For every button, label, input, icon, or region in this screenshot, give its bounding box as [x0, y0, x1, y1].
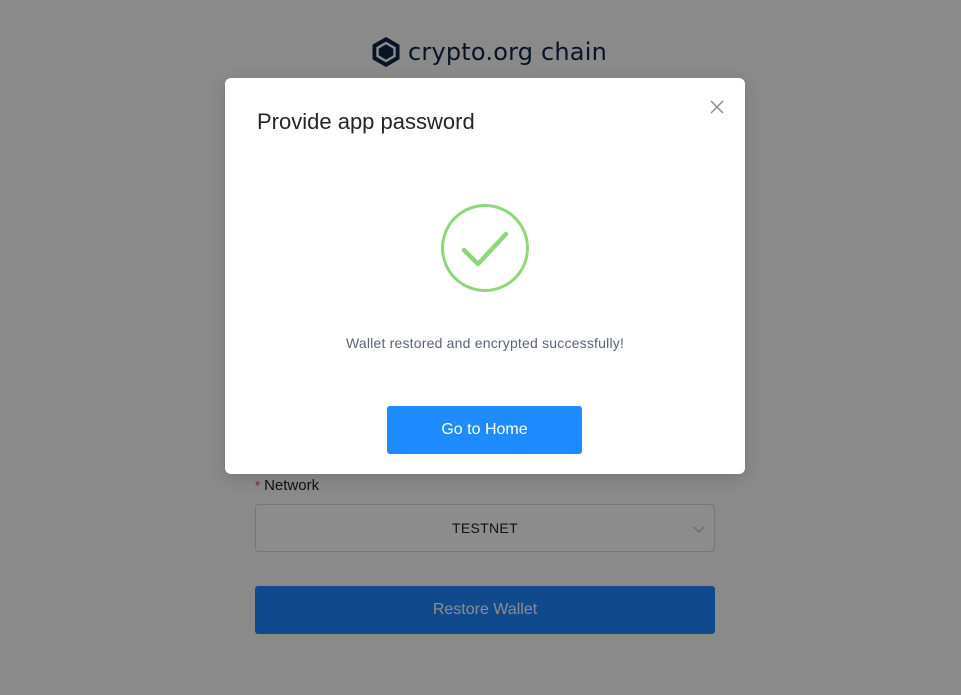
go-to-home-button[interactable]: Go to Home	[387, 406, 582, 454]
success-message: Wallet restored and encrypted successful…	[345, 335, 625, 351]
check-circle-icon	[441, 204, 529, 292]
modal-title: Provide app password	[257, 109, 475, 134]
close-icon[interactable]	[709, 99, 725, 115]
password-modal: Provide app password Wallet restored and…	[225, 78, 745, 474]
